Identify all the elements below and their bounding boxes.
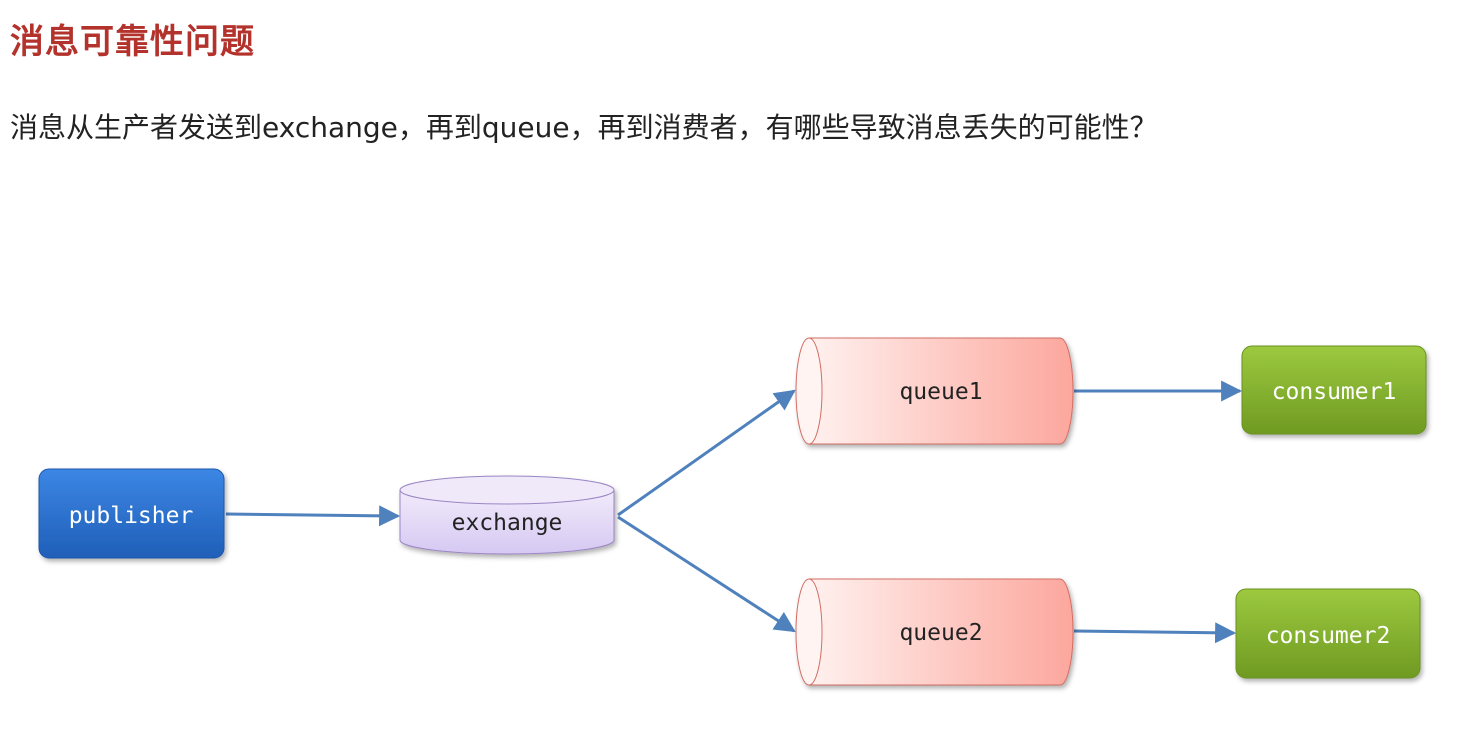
arrow-queue2-consumer2	[1073, 622, 1237, 644]
message-flow-diagram: publisher exchange queue1 queue2 consume…	[38, 337, 1427, 686]
queue1-label: queue1	[899, 379, 982, 405]
queue2-label: queue2	[899, 620, 982, 646]
arrow-publisher-exchange	[225, 505, 401, 527]
publisher-label: publisher	[69, 503, 194, 529]
consumer2-label: consumer2	[1266, 623, 1391, 649]
arrow-exchange-queue2	[617, 515, 796, 633]
consumer1-label: consumer1	[1272, 379, 1397, 405]
exchange-label: exchange	[452, 510, 563, 536]
arrow-exchange-queue1	[617, 389, 796, 517]
